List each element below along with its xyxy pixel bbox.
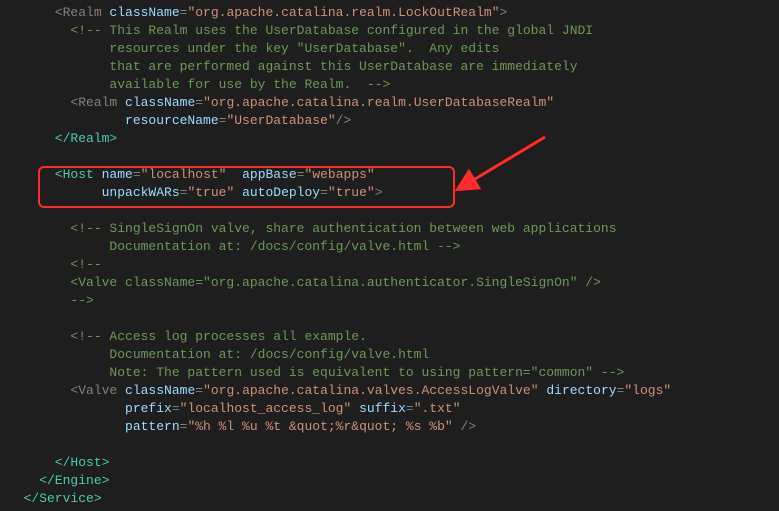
- comment-line: Documentation at: /docs/config/valve.htm…: [8, 347, 429, 362]
- attr-unpackWARs: unpackWARs: [8, 185, 180, 200]
- attr-val: "true": [328, 185, 375, 200]
- close: >: [375, 185, 383, 200]
- comment-line: <Valve className="org.apache.catalina.au…: [8, 275, 601, 290]
- space: [226, 167, 242, 182]
- eq: =: [297, 167, 305, 182]
- comment-line: -->: [8, 293, 94, 308]
- host-open-tag: <Host: [8, 167, 102, 182]
- attr-val: "org.apache.catalina.realm.UserDatabaseR…: [203, 95, 554, 110]
- comment-line: Note: The pattern used is equivalent to …: [8, 365, 624, 380]
- realm-close-tag: </Realm>: [8, 131, 117, 146]
- comment-line: available for use by the Realm. -->: [8, 77, 390, 92]
- comment-line: that are performed against this UserData…: [8, 59, 578, 74]
- service-close-tag: </Service>: [8, 491, 102, 506]
- attr-className: className: [125, 95, 195, 110]
- attr-val: "true": [187, 185, 234, 200]
- comment-line: <!--: [8, 257, 102, 272]
- attr-val: "UserDatabase": [226, 113, 335, 128]
- attr-val: "%h %l %u %t &quot;%r&quot; %s %b": [187, 419, 452, 434]
- comment-line: <!-- Access log processes all example.: [8, 329, 367, 344]
- attr-prefix: prefix: [8, 401, 172, 416]
- comment-line: <!-- SingleSignOn valve, share authentic…: [8, 221, 617, 236]
- attr-pattern: pattern: [8, 419, 180, 434]
- selfclose: />: [336, 113, 352, 128]
- attr-val: "localhost_access_log": [180, 401, 352, 416]
- attr-val: "localhost": [141, 167, 227, 182]
- attr-autoDeploy: autoDeploy: [242, 185, 320, 200]
- code-block: <Realm className="org.apache.catalina.re…: [8, 4, 771, 508]
- realm-inner-open: <Realm: [8, 95, 125, 110]
- attr-val: "webapps": [305, 167, 375, 182]
- attr-val: ".txt": [414, 401, 461, 416]
- close: >: [500, 5, 508, 20]
- attr-suffix: suffix: [359, 401, 406, 416]
- attr-appBase: appBase: [242, 167, 297, 182]
- attr-directory: directory: [546, 383, 616, 398]
- eq: =: [133, 167, 141, 182]
- selfclose: />: [453, 419, 476, 434]
- eq: =: [320, 185, 328, 200]
- attr-val: "org.apache.catalina.realm.LockOutRealm": [187, 5, 499, 20]
- attr-val: "logs": [624, 383, 671, 398]
- comment-line: <!-- This Realm uses the UserDatabase co…: [8, 23, 593, 38]
- attr-name: name: [102, 167, 133, 182]
- attr-className: className: [109, 5, 179, 20]
- eq: =: [195, 383, 203, 398]
- space: [351, 401, 359, 416]
- valve-open-tag: <Valve: [8, 383, 125, 398]
- eq: =: [195, 95, 203, 110]
- comment-line: Documentation at: /docs/config/valve.htm…: [8, 239, 460, 254]
- attr-className: className: [125, 383, 195, 398]
- attr-resourceName: resourceName: [8, 113, 219, 128]
- attr-val: "org.apache.catalina.valves.AccessLogVal…: [203, 383, 538, 398]
- eq: =: [406, 401, 414, 416]
- eq: =: [172, 401, 180, 416]
- engine-close-tag: </Engine>: [8, 473, 109, 488]
- space: [234, 185, 242, 200]
- host-close-tag: </Host>: [8, 455, 109, 470]
- realm-open-tag: <Realm: [8, 5, 109, 20]
- comment-line: resources under the key "UserDatabase". …: [8, 41, 499, 56]
